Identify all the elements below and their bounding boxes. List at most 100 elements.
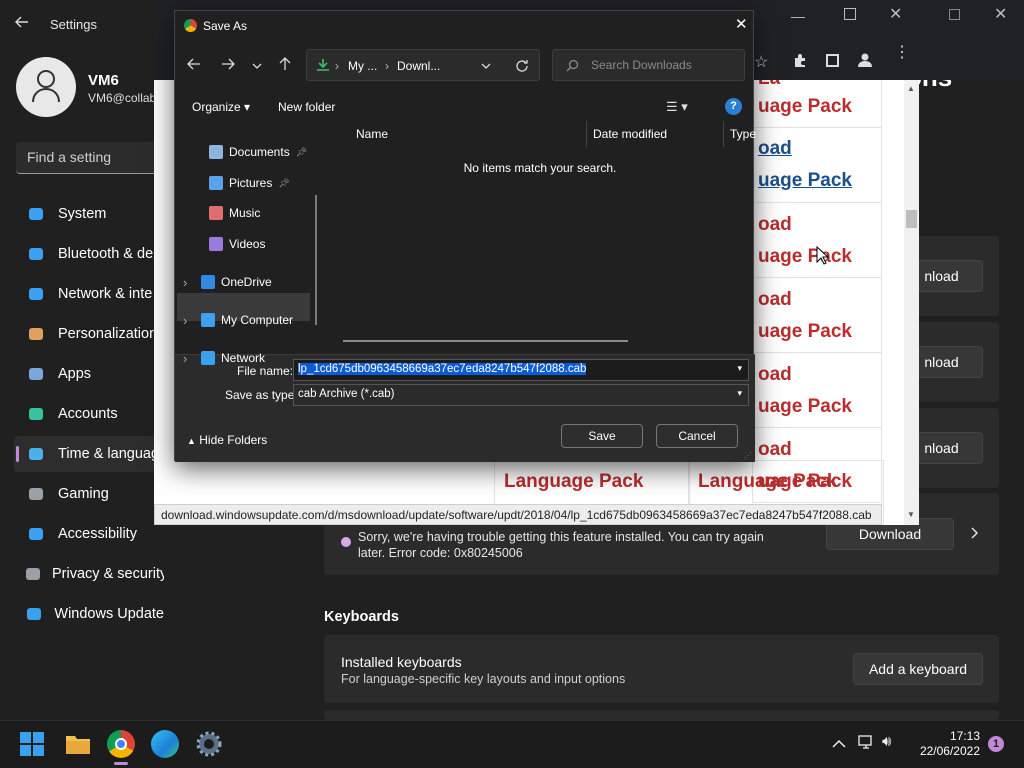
organize-menu[interactable]: Organize ▾ [192, 100, 250, 114]
nav-item-label: Accounts [58, 406, 118, 422]
save-button[interactable]: Save [561, 424, 643, 448]
add-keyboard-button[interactable]: Add a keyboard [853, 653, 983, 685]
column-type[interactable]: Type [730, 127, 756, 141]
dialog-close-icon[interactable]: ✕ [735, 15, 748, 33]
volume-icon[interactable]: 🔊︎ [882, 733, 891, 750]
edge-icon[interactable] [151, 730, 179, 758]
avatar[interactable] [16, 57, 76, 117]
back-icon[interactable] [187, 57, 201, 74]
save-as-dialog: Save As ✕ › My ... › Downl... Search Dow… [174, 10, 756, 462]
find-setting-input[interactable]: Find a setting [16, 142, 166, 174]
folder-tree-label: Music [229, 206, 261, 220]
minimize-icon[interactable]: — [791, 8, 805, 24]
chrome-taskbar-icon[interactable] [107, 730, 135, 758]
start-icon[interactable] [20, 732, 44, 756]
nav-item[interactable]: System [14, 196, 164, 232]
pin-icon[interactable]: 📌︎ [296, 147, 307, 158]
documents-icon [209, 145, 223, 159]
file-name-input[interactable]: lp_1cd675db0963458669a37ec7eda8247b547f2… [293, 359, 749, 381]
resize-grip-icon[interactable]: ⋰ [744, 451, 752, 460]
folder-tree-item[interactable]: › My Computer [183, 306, 331, 334]
expand-chevron-icon[interactable]: › [183, 275, 187, 290]
settings-gear-icon[interactable] [195, 730, 223, 758]
cancel-button[interactable]: Cancel [656, 424, 738, 448]
breadcrumb-segment[interactable]: My ... [348, 59, 377, 73]
settings-title: Settings [50, 17, 97, 32]
link-status-bar: download.windowsupdate.com/d/msdownload/… [154, 504, 882, 525]
hide-folders-button[interactable]: ▲ Hide Folders [187, 433, 267, 447]
close-icon[interactable]: ✕ [889, 4, 902, 24]
nav-item[interactable]: Privacy & security [14, 556, 164, 592]
forward-icon[interactable] [221, 57, 235, 74]
recent-locations-chevron-icon[interactable] [252, 58, 262, 74]
settings-close-icon[interactable]: ✕ [994, 4, 1007, 24]
file-explorer-icon[interactable] [64, 730, 92, 758]
file-list-hscrollbar[interactable] [343, 340, 628, 342]
language-pack-link[interactable]: oad [758, 439, 792, 461]
nav-item[interactable]: Accounts [14, 396, 164, 432]
language-pack-link[interactable]: uage Pack [758, 170, 852, 192]
search-downloads-input[interactable]: Search Downloads [552, 49, 745, 81]
language-pack-link[interactable]: uage Pack [758, 246, 852, 268]
folder-tree-item[interactable]: Music [209, 199, 339, 227]
network-icon[interactable] [858, 734, 876, 753]
clock-date: 22/06/2022 [919, 744, 980, 758]
show-hidden-icons-chevron[interactable] [832, 736, 846, 752]
column-name[interactable]: Name [356, 127, 388, 141]
chrome-menu-icon[interactable]: ⋮ [894, 45, 910, 61]
language-pack-link[interactable]: uage Pack [758, 96, 852, 118]
language-pack-link[interactable]: Language Pack [698, 471, 837, 493]
language-pack-link[interactable]: Language Pack [504, 471, 643, 493]
nav-item[interactable]: Network & inte [14, 276, 164, 312]
save-as-type-select[interactable]: cab Archive (*.cab) ▾ [293, 384, 749, 406]
nav-item[interactable]: Gaming [14, 476, 164, 512]
save-as-type-value: cab Archive (*.cab) [298, 388, 395, 400]
nav-item-label: Privacy & security [52, 566, 164, 582]
extensions-icon[interactable] [792, 52, 808, 71]
installed-keyboards-subtitle: For language-specific key layouts and in… [341, 672, 626, 686]
nav-item[interactable]: Bluetooth & de [14, 236, 164, 272]
page-scrollbar[interactable]: ▲ ▼ [904, 80, 919, 525]
expand-chevron-icon[interactable]: › [183, 313, 187, 328]
chrome-logo-icon [184, 19, 197, 32]
error-message: Sorry, we're having trouble getting this… [358, 530, 764, 560]
language-pack-link[interactable]: La [758, 80, 780, 90]
nav-item[interactable]: Accessibility [14, 516, 164, 552]
maximize-icon[interactable] [844, 8, 856, 20]
expand-chevron-icon[interactable]: › [183, 351, 187, 366]
folder-tree-item[interactable]: Documents 📌︎ [209, 138, 339, 166]
column-date-modified[interactable]: Date modified [593, 127, 667, 141]
language-pack-link[interactable]: oad [758, 289, 792, 311]
bluetooth-icon [26, 244, 46, 264]
chevron-right-icon[interactable] [968, 525, 980, 544]
refresh-icon[interactable] [515, 59, 529, 73]
language-pack-link[interactable]: uage Pack [758, 321, 852, 343]
folder-tree-item[interactable]: Videos [209, 230, 339, 258]
view-options-icon[interactable]: ☰ ▾ [666, 99, 688, 115]
folder-tree-item[interactable]: › Network [183, 344, 331, 372]
language-pack-link[interactable]: oad [758, 214, 792, 236]
folder-tree-item[interactable]: Pictures 📌︎ [209, 169, 339, 197]
profile-icon[interactable] [857, 52, 873, 71]
nav-item[interactable]: Time & languag [14, 436, 164, 472]
folder-tree-item[interactable]: › OneDrive [183, 268, 331, 296]
side-panel-icon[interactable] [826, 54, 839, 67]
address-dropdown-icon[interactable] [481, 62, 491, 70]
help-icon[interactable]: ? [725, 98, 742, 115]
language-pack-link[interactable]: oad [758, 138, 792, 160]
nav-item[interactable]: Windows Update [14, 596, 164, 632]
system-clock[interactable]: 17:13 22/06/2022 [910, 729, 980, 759]
pin-icon[interactable]: 📌︎ [278, 178, 289, 189]
address-bar[interactable]: › My ... › Downl... [306, 49, 540, 81]
nav-item[interactable]: Personalization [14, 316, 164, 352]
nav-item[interactable]: Apps [14, 356, 164, 392]
up-icon[interactable] [278, 57, 292, 74]
back-arrow-icon[interactable] [14, 14, 34, 34]
bookmark-star-icon[interactable]: ☆ [754, 52, 768, 72]
language-pack-link[interactable]: oad [758, 364, 792, 386]
notification-badge[interactable]: 1 [988, 736, 1004, 752]
restore-icon[interactable] [949, 9, 960, 20]
language-pack-link[interactable]: uage Pack [758, 396, 852, 418]
breadcrumb-segment[interactable]: Downl... [397, 59, 440, 73]
new-folder-button[interactable]: New folder [278, 100, 335, 114]
